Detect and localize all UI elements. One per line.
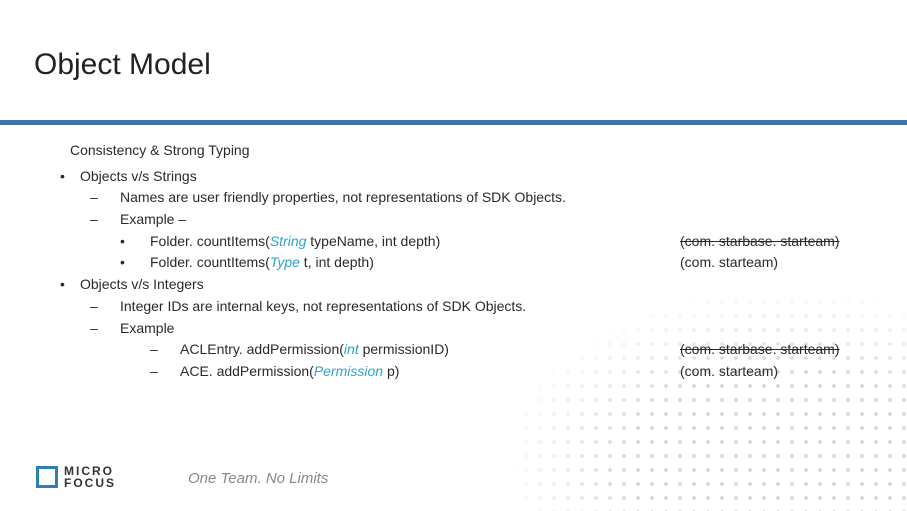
dash-icon: – (150, 339, 180, 361)
code-pre: ACE. addPermission( (180, 363, 314, 379)
code-example: Folder. countItems(String typeName, int … (150, 231, 880, 253)
code-example: ACLEntry. addPermission(int permissionID… (180, 339, 880, 361)
code-pre: Folder. countItems( (150, 254, 270, 270)
logo-text: MICRO FOCUS (64, 465, 116, 489)
code-keyword: Permission (314, 363, 383, 379)
logo-line2: FOCUS (64, 477, 116, 489)
footer: MICRO FOCUS One Team. No Limits (0, 451, 907, 511)
code-pre: Folder. countItems( (150, 233, 270, 249)
bullet-icon: • (120, 252, 150, 274)
content-area: Consistency & Strong Typing • Objects v/… (40, 140, 880, 383)
code-post: typeName, int depth) (306, 233, 440, 249)
dash-icon: – (90, 318, 120, 340)
bullet-icon: • (60, 274, 80, 296)
section-line: Example (120, 318, 880, 340)
section-line: Example – (120, 209, 880, 231)
micro-focus-logo: MICRO FOCUS (36, 465, 116, 489)
section-heading: Objects v/s Integers (80, 274, 880, 296)
subtitle: Consistency & Strong Typing (70, 140, 880, 162)
code-keyword: int (344, 341, 359, 357)
dash-icon: – (90, 187, 120, 209)
dash-icon: – (90, 296, 120, 318)
code-post: t, int depth) (300, 254, 374, 270)
code-example: Folder. countItems(Type t, int depth) (c… (150, 252, 880, 274)
code-keyword: String (270, 233, 307, 249)
code-example: ACE. addPermission(Permission p) (com. s… (180, 361, 880, 383)
dash-icon: – (150, 361, 180, 383)
section-heading: Objects v/s Strings (80, 166, 880, 188)
code-post: permissionID) (359, 341, 449, 357)
code-pre: ACLEntry. addPermission( (180, 341, 344, 357)
code-post: p) (383, 363, 399, 379)
code-package: (com. starteam) (680, 252, 880, 274)
section-line: Integer IDs are internal keys, not repre… (120, 296, 880, 318)
code-package-deprecated: (com. starbase. starteam) (680, 231, 880, 253)
code-package: (com. starteam) (680, 361, 880, 383)
code-package-deprecated: (com. starbase. starteam) (680, 339, 880, 361)
bullet-icon: • (60, 166, 80, 188)
bullet-icon: • (120, 231, 150, 253)
tagline: One Team. No Limits (188, 470, 328, 487)
dash-icon: – (90, 209, 120, 231)
page-title: Object Model (34, 48, 211, 82)
logo-square-icon (36, 466, 58, 488)
code-keyword: Type (270, 254, 300, 270)
title-divider (0, 120, 907, 125)
section-line: Names are user friendly properties, not … (120, 187, 880, 209)
